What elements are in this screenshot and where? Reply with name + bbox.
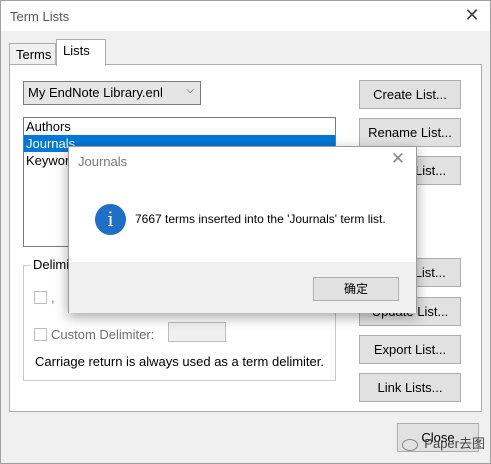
- tab-terms[interactable]: Terms: [9, 43, 56, 65]
- link-lists-button[interactable]: Link Lists...: [359, 373, 461, 402]
- watermark: Paper去图: [401, 433, 485, 452]
- message-box-close-icon[interactable]: ✕: [388, 149, 408, 169]
- watermark-text: Paper去图: [424, 436, 485, 451]
- custom-delimiter-label: Custom Delimiter:: [51, 327, 155, 342]
- chevron-down-icon: ⌵: [186, 85, 194, 96]
- wechat-icon: [401, 438, 418, 451]
- ok-button[interactable]: 确定: [313, 277, 399, 301]
- window-title: Term Lists: [10, 9, 70, 24]
- title-bar: Term Lists ✕: [1, 1, 490, 31]
- delimiter-note: Carriage return is always used as a term…: [35, 354, 325, 369]
- rename-list-button[interactable]: Rename List...: [359, 118, 461, 147]
- comma-label: ,: [51, 290, 55, 305]
- custom-delimiter-field[interactable]: [168, 322, 226, 342]
- message-text: 7667 terms inserted into the 'Journals' …: [135, 212, 386, 226]
- message-box-footer: 确定: [69, 262, 416, 313]
- message-box-title: Journals: [78, 154, 128, 169]
- create-list-button[interactable]: Create List...: [359, 80, 461, 109]
- comma-checkbox[interactable]: [34, 291, 47, 304]
- window-close-icon[interactable]: ✕: [462, 5, 482, 25]
- message-box: Journals ✕ i 7667 terms inserted into th…: [68, 146, 417, 313]
- info-icon: i: [95, 204, 126, 235]
- library-select[interactable]: My EndNote Library.enl ⌵: [23, 81, 201, 105]
- list-item-authors[interactable]: Authors: [24, 118, 335, 135]
- export-list-button[interactable]: Export List...: [359, 335, 461, 364]
- tab-lists[interactable]: Lists: [56, 39, 106, 66]
- custom-delimiter-checkbox[interactable]: [34, 328, 47, 341]
- library-select-value: My EndNote Library.enl: [28, 85, 163, 100]
